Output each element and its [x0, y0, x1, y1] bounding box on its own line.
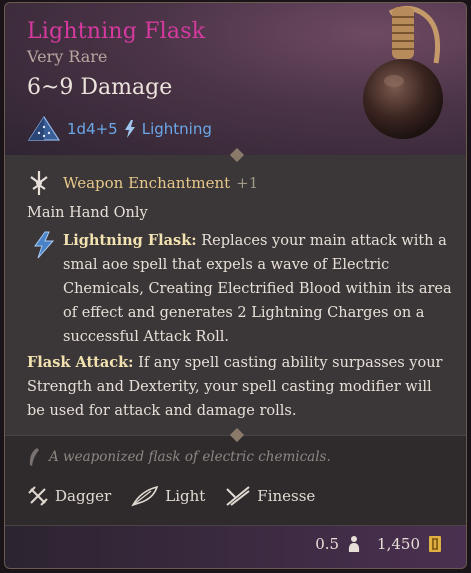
enchantment-label: Weapon Enchantment	[63, 174, 231, 192]
gold-coin-icon	[429, 536, 441, 552]
enchantment-row: Weapon Enchantment +1	[25, 169, 258, 197]
flask-attack-description: Flask Attack: If any spell casting abili…	[27, 351, 447, 423]
damage-type: Lightning	[141, 120, 212, 138]
flask-attack-name: Flask Attack:	[27, 354, 134, 371]
dagger-icon	[28, 486, 48, 506]
damage-dice-row: 1d4+5 Lightning	[27, 115, 212, 142]
flavor-text: A weaponized flask of electric chemicals…	[49, 449, 331, 465]
ability-name: Lightning Flask:	[63, 232, 197, 249]
footer-values: 0.5 1,450	[315, 535, 442, 553]
item-tooltip: Lightning Flask Very Rare 6~9 Damage 1d4…	[4, 2, 467, 569]
property-light: Light	[131, 485, 205, 507]
property-dagger: Dagger	[27, 485, 111, 507]
properties-row: Dagger Light Finesse	[27, 485, 315, 507]
weight-value: 0.5	[315, 535, 340, 553]
property-label: Dagger	[55, 487, 112, 505]
feather-icon	[131, 485, 159, 507]
finesse-icon	[226, 486, 250, 506]
requirement-text: Main Hand Only	[27, 205, 148, 221]
property-label: Light	[165, 487, 206, 505]
ability-text: Replaces your main attack with a smal ao…	[63, 233, 452, 345]
property-label: Finesse	[257, 487, 316, 505]
item-damage: 6~9 Damage	[27, 75, 173, 100]
quill-icon	[29, 448, 39, 466]
lightning-ability-icon	[34, 231, 55, 259]
item-name: Lightning Flask	[27, 19, 206, 44]
ability-description: Lightning Flask: Replaces your main atta…	[63, 229, 463, 349]
flask-item-image	[363, 6, 443, 139]
gold-value: 1,450	[377, 535, 420, 553]
flavor-row: A weaponized flask of electric chemicals…	[27, 447, 331, 467]
damage-dice: 1d4+5	[67, 120, 118, 138]
enchantment-bonus: +1	[236, 174, 259, 192]
enchantment-icon	[30, 171, 48, 195]
weight-icon	[348, 536, 360, 552]
d4-dice-icon	[27, 115, 61, 141]
lightning-icon	[124, 120, 135, 138]
property-finesse: Finesse	[225, 485, 315, 507]
item-rarity: Very Rare	[27, 47, 108, 66]
